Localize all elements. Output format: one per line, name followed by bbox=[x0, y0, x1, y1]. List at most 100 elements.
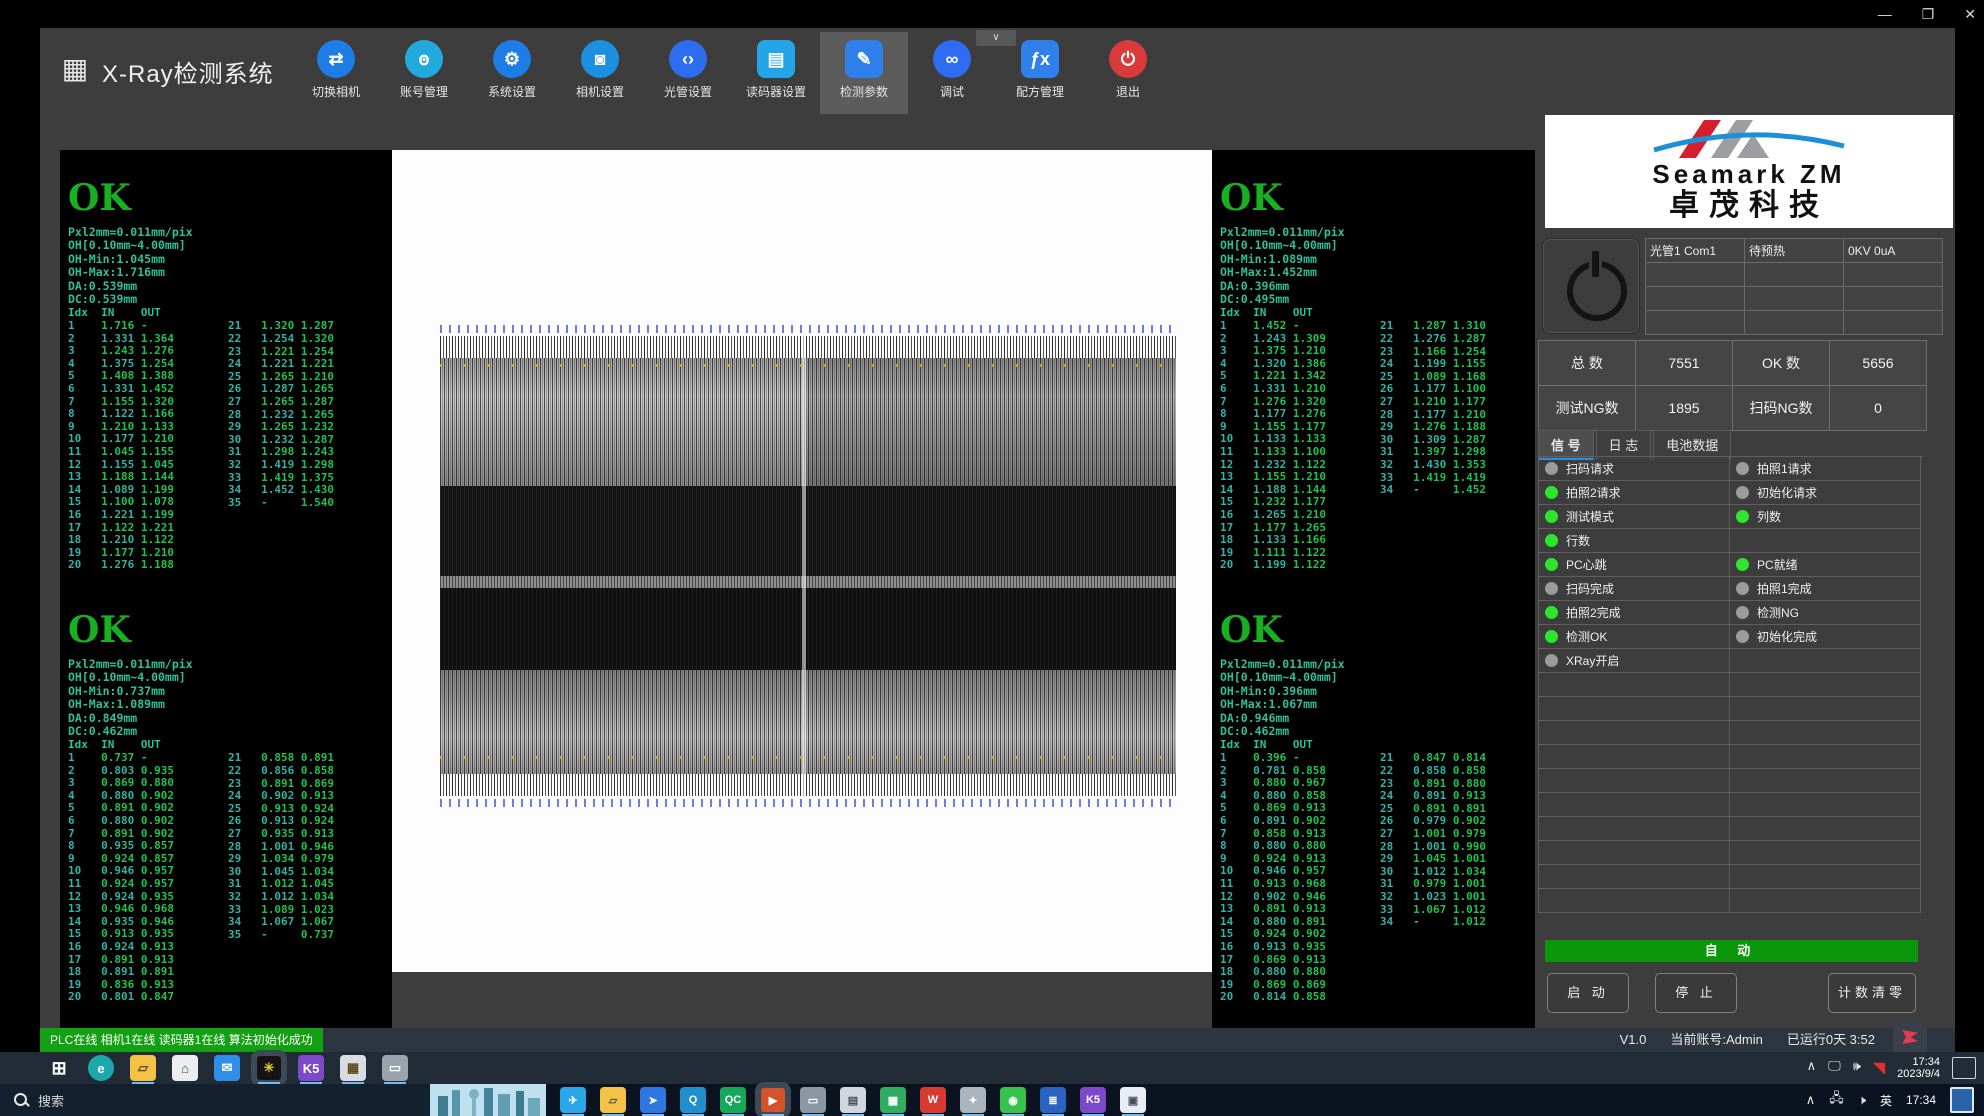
signal-label: 列数 bbox=[1757, 508, 1781, 525]
wechat-icon[interactable]: ◉ bbox=[1000, 1087, 1026, 1113]
button-计数清零[interactable]: 计数清零 bbox=[1828, 973, 1916, 1013]
exit-icon: ⏻ bbox=[1109, 40, 1147, 78]
action-center-icon[interactable] bbox=[1952, 1057, 1976, 1079]
signal-light bbox=[1545, 606, 1558, 619]
volume-tray-icon[interactable]: 🕪 bbox=[1853, 1058, 1861, 1078]
qc-app-icon[interactable]: QC bbox=[720, 1087, 746, 1113]
toolbar-dropdown-button[interactable]: ∨ bbox=[976, 30, 1016, 46]
taskbar-local: 搜索 ✈ ▱ ➤ Q QC ▶ ▭ ▤ ▦ W ✦ ◉ ≣ K5 ▣ ∧ 🖧 🕨 英 17:34 bbox=[0, 1084, 1984, 1116]
signal-light bbox=[1736, 582, 1749, 595]
debug-icon: ∞ bbox=[933, 40, 971, 78]
measure-header-line: Pxl2mm=0.011mm/pix bbox=[1220, 226, 1538, 239]
measure-block-right-bottom: OKPxl2mm=0.011mm/pixOH[0.10mm~4.00mm]OH-… bbox=[1220, 610, 1538, 1004]
wps-writer-icon[interactable]: W bbox=[920, 1087, 946, 1113]
right-measure-panel: OKPxl2mm=0.011mm/pixOH[0.10mm~4.00mm]OH-… bbox=[1212, 150, 1544, 1028]
volume-icon[interactable]: 🕨 bbox=[1858, 1092, 1866, 1108]
signal-列数: 列数 bbox=[1730, 505, 1921, 529]
box-app-icon[interactable]: ▣ bbox=[1120, 1087, 1146, 1113]
word-doc-icon[interactable]: ≣ bbox=[1040, 1087, 1066, 1113]
signal-empty-cell bbox=[1539, 817, 1730, 841]
toolbar-item-系统设置[interactable]: ⚙系统设置 bbox=[468, 32, 556, 114]
annotation-marks-bottom bbox=[440, 799, 1176, 807]
remote-viewer-icon[interactable]: ▶ bbox=[760, 1087, 786, 1113]
xray-app-icon[interactable]: ✳ bbox=[256, 1055, 282, 1081]
button-停止[interactable]: 停 止 bbox=[1655, 973, 1737, 1013]
measure-header-line: DC:0.539mm bbox=[68, 293, 386, 306]
battery-winding-xray bbox=[440, 336, 1176, 796]
start-icon[interactable]: ⊞ bbox=[46, 1055, 72, 1081]
os-maximize-button[interactable]: ❐ bbox=[1922, 6, 1935, 23]
red-badge-icon[interactable]: ◥ bbox=[1873, 1058, 1885, 1078]
monitor-app-icon[interactable]: ▭ bbox=[382, 1055, 408, 1081]
app-version: V1.0 bbox=[1620, 1028, 1647, 1052]
search-tool-icon[interactable]: ✦ bbox=[960, 1087, 986, 1113]
measure-row: 35 - 0.737 bbox=[228, 929, 386, 942]
toolbar-item-退出[interactable]: ⏻退出 bbox=[1084, 32, 1172, 114]
k5-viewer2-icon[interactable]: K5 bbox=[1080, 1087, 1106, 1113]
os-minimize-button[interactable]: — bbox=[1878, 6, 1892, 22]
toolbar-item-检测参数[interactable]: ✎检测参数 bbox=[820, 32, 908, 114]
taskbar-remote: ⊞ e ▱ ⌂ ✉ ✳ K5 ▦ ▭ ∧ 🖵 🕪 ◥ 17:34 2023/9/4 bbox=[0, 1052, 1984, 1084]
tube-cell-empty bbox=[1844, 311, 1943, 335]
browser2-icon[interactable]: ➤ bbox=[640, 1087, 666, 1113]
input-language-indicator[interactable]: 英 bbox=[1880, 1092, 1892, 1109]
wps-sheet-icon[interactable]: ▦ bbox=[880, 1087, 906, 1113]
xray-image-view[interactable] bbox=[392, 150, 1212, 972]
display-tray-icon[interactable]: 🖵 bbox=[1828, 1058, 1841, 1078]
toolbar-item-切换相机[interactable]: ⇄切换相机 bbox=[292, 32, 380, 114]
measure-header-line: OH-Min:1.045mm bbox=[68, 253, 386, 266]
notepad-icon[interactable]: ▤ bbox=[840, 1087, 866, 1113]
tube-cell: 光管1 Com1 bbox=[1646, 239, 1745, 263]
toolbar-item-账号管理[interactable]: ꙩ账号管理 bbox=[380, 32, 468, 114]
monitor2-icon[interactable]: ▭ bbox=[800, 1087, 826, 1113]
company-logo: Seamark ZM 卓茂科技 bbox=[1545, 115, 1953, 228]
marker-dots-top bbox=[440, 364, 1176, 367]
signal-light bbox=[1545, 558, 1558, 571]
signal-empty-cell bbox=[1539, 721, 1730, 745]
signal-PC心跳: PC心跳 bbox=[1539, 553, 1730, 577]
tray2-chevron-icon[interactable]: ∧ bbox=[1806, 1092, 1816, 1108]
toolbar-item-相机设置[interactable]: ◙相机设置 bbox=[556, 32, 644, 114]
signal-扫码请求: 扫码请求 bbox=[1539, 457, 1730, 481]
file-explorer-icon[interactable]: ▱ bbox=[130, 1055, 156, 1081]
signal-label: 拍照1完成 bbox=[1757, 580, 1812, 597]
tray-chevron-icon[interactable]: ∧ bbox=[1807, 1058, 1817, 1078]
mid-gap bbox=[440, 576, 1176, 588]
signal-row-empty bbox=[1539, 745, 1923, 769]
tiles-app-icon[interactable]: ▦ bbox=[340, 1055, 366, 1081]
uptime: 已运行0天 3:52 bbox=[1787, 1028, 1875, 1052]
mail-icon[interactable]: ✉ bbox=[214, 1055, 240, 1081]
current-account: 当前账号:Admin bbox=[1670, 1028, 1762, 1052]
stat-value: 5656 bbox=[1830, 341, 1927, 386]
taskbar-clock[interactable]: 17:34 2023/9/4 bbox=[1897, 1056, 1940, 1080]
k5-viewer-icon[interactable]: K5 bbox=[298, 1055, 324, 1081]
xray-power-button[interactable] bbox=[1542, 238, 1640, 334]
city-skyline-widget[interactable] bbox=[430, 1084, 546, 1116]
button-启动[interactable]: 启 动 bbox=[1547, 973, 1629, 1013]
signal-light bbox=[1736, 606, 1749, 619]
signal-拍照2完成: 拍照2完成 bbox=[1539, 601, 1730, 625]
dark-band-1 bbox=[440, 486, 1176, 576]
signal-row: 检测OK初始化完成 bbox=[1539, 625, 1923, 649]
taskbar-search-input[interactable]: 搜索 bbox=[0, 1084, 430, 1116]
tablet-mode-icon[interactable] bbox=[1950, 1087, 1974, 1113]
notification-flag[interactable] bbox=[1893, 1022, 1927, 1052]
toolbar-item-读码器设置[interactable]: ▤读码器设置 bbox=[732, 32, 820, 114]
measure-row: 20 1.199 1.122 bbox=[1220, 559, 1380, 572]
stat-label: 测试NG数 bbox=[1539, 386, 1636, 431]
signal-label: 行数 bbox=[1566, 532, 1590, 549]
signal-row: 拍照2请求初始化请求 bbox=[1539, 481, 1923, 505]
network-icon[interactable]: 🖧 bbox=[1829, 1089, 1844, 1111]
toolbar-item-光管设置[interactable]: ‹›光管设置 bbox=[644, 32, 732, 114]
edge-browser-icon[interactable]: e bbox=[88, 1055, 114, 1081]
taskbar2-time[interactable]: 17:34 bbox=[1906, 1093, 1936, 1107]
q-app-icon[interactable]: Q bbox=[680, 1087, 706, 1113]
folder2-icon[interactable]: ▱ bbox=[600, 1087, 626, 1113]
signal-empty-cell bbox=[1730, 649, 1921, 673]
os-close-button[interactable]: ✕ bbox=[1964, 6, 1976, 23]
store-icon[interactable]: ⌂ bbox=[172, 1055, 198, 1081]
measure-status: OK bbox=[68, 178, 386, 218]
signal-label: PC就绪 bbox=[1757, 556, 1798, 573]
telegram-icon[interactable]: ✈ bbox=[560, 1087, 586, 1113]
signal-row-empty bbox=[1539, 793, 1923, 817]
